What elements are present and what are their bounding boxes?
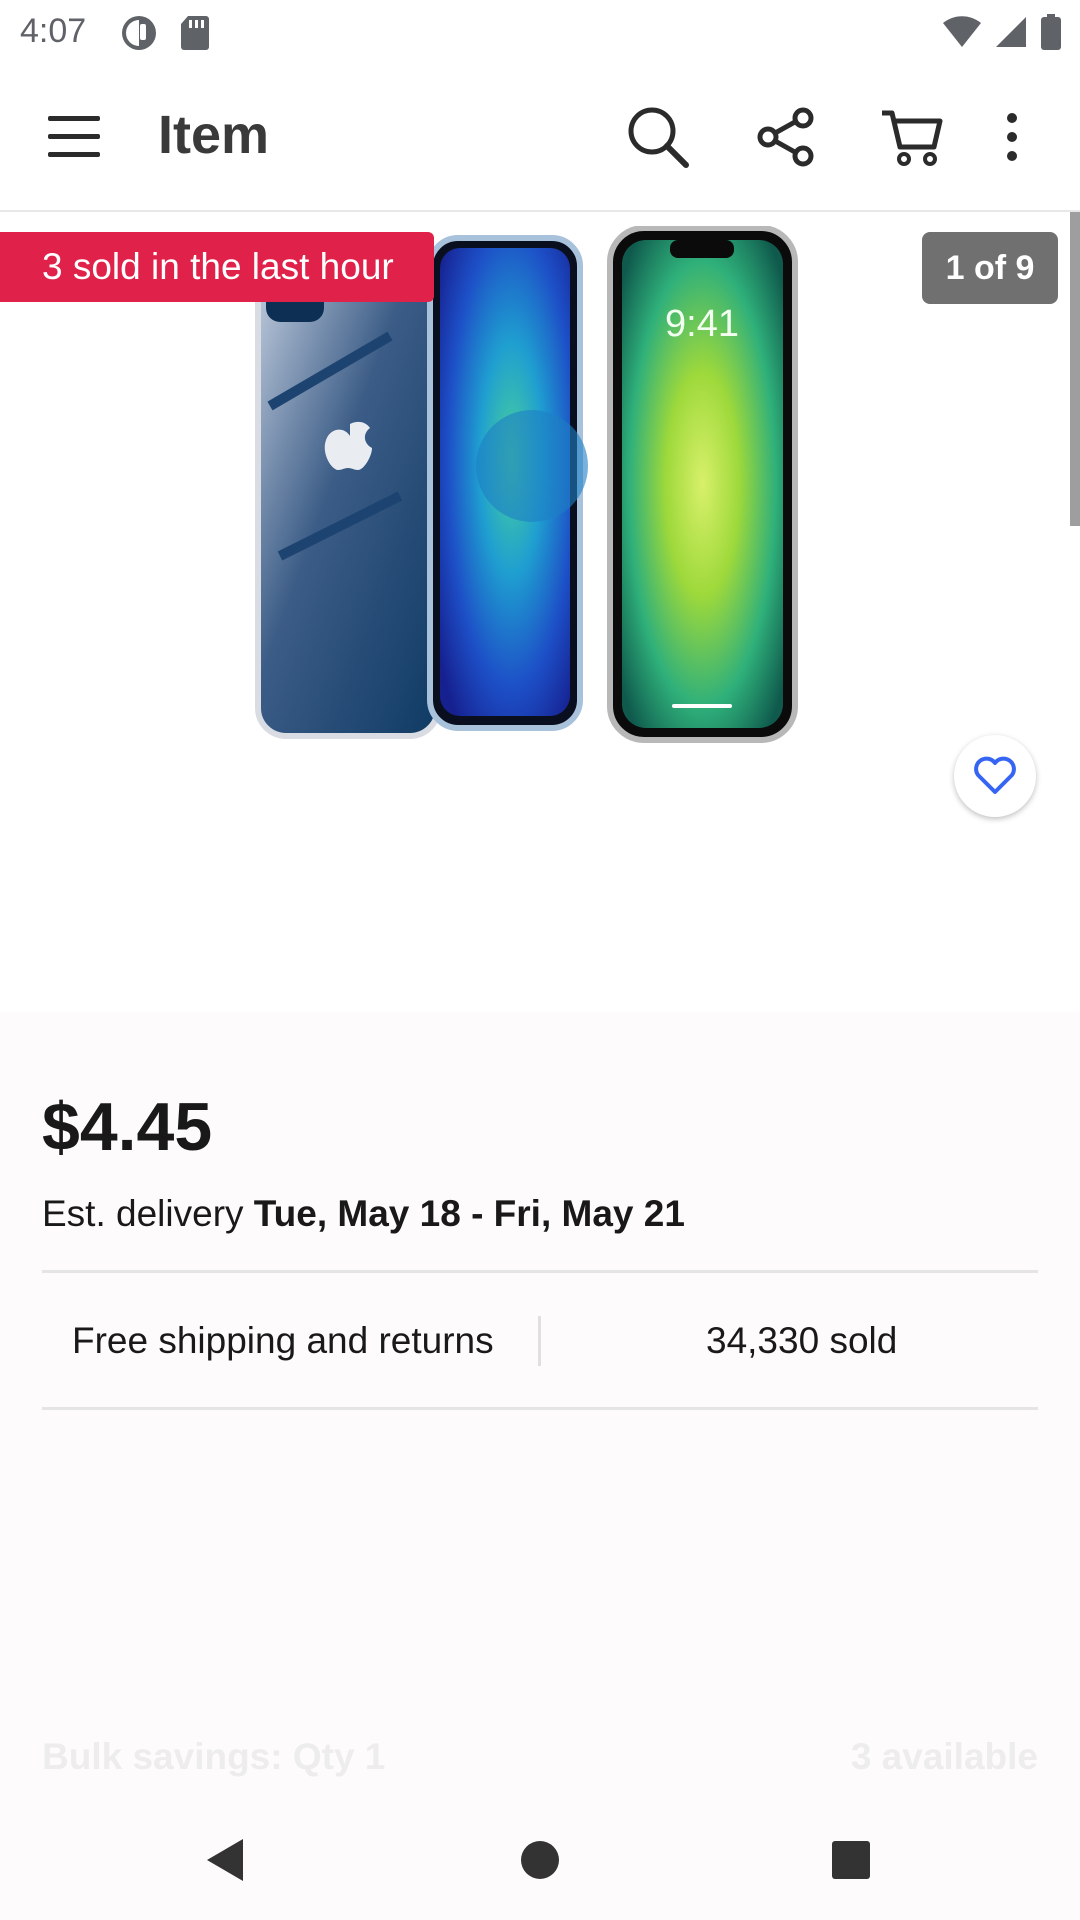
cart-icon (882, 110, 943, 166)
shipping-info: Free shipping and returns (72, 1320, 494, 1361)
sold-count: 34,330 sold (706, 1320, 898, 1361)
page-title: Item (158, 105, 270, 165)
more-options-button[interactable] (982, 97, 1042, 177)
home-icon (521, 1841, 559, 1879)
system-nav-bar (0, 1800, 1080, 1920)
menu-icon (48, 116, 100, 157)
status-bar: 4:07 (0, 0, 1080, 64)
status-right-icons (942, 14, 1062, 50)
scroll-indicator (1070, 212, 1080, 526)
sold-recently-badge: 3 sold in the last hour (0, 232, 434, 302)
menu-button[interactable] (34, 97, 114, 177)
recents-button[interactable] (816, 1830, 886, 1890)
delivery-label: Est. delivery (42, 1193, 254, 1234)
shipping-sold-row: Free shipping and returns 34,330 sold (42, 1274, 1038, 1406)
item-price: $4.45 (42, 1089, 213, 1165)
search-button[interactable] (618, 97, 698, 177)
available-quantity: 3 available (850, 1736, 1038, 1777)
back-icon (207, 1839, 243, 1881)
home-button[interactable] (505, 1830, 575, 1890)
delivery-dates: Tue, May 18 - Fri, May 21 (253, 1193, 685, 1234)
cart-button[interactable] (872, 97, 952, 177)
divider (42, 1270, 1038, 1273)
data-saver-icon (122, 16, 156, 50)
sd-card-icon (181, 16, 209, 50)
back-button[interactable] (190, 1830, 260, 1890)
signal-icon (996, 17, 1026, 47)
info-separator (538, 1316, 541, 1366)
divider (42, 1407, 1038, 1410)
share-icon (757, 107, 814, 167)
estimated-delivery: Est. delivery Tue, May 18 - Fri, May 21 (42, 1193, 685, 1235)
battery-icon (1041, 14, 1061, 50)
recents-icon (832, 1841, 870, 1879)
status-time: 4:07 (20, 12, 87, 50)
bulk-savings-row: Bulk savings: Qty 1 3 available (42, 1736, 1038, 1778)
image-counter-badge: 1 of 9 (922, 232, 1058, 304)
add-to-watchlist-button[interactable] (954, 735, 1036, 817)
more-vert-icon (1007, 113, 1017, 161)
app-bar: Item (0, 64, 1080, 212)
wifi-icon (943, 16, 981, 47)
bulk-savings-label: Bulk savings: Qty 1 (42, 1736, 386, 1777)
status-left-icons (120, 14, 210, 52)
heart-icon (974, 756, 1016, 794)
search-icon (628, 107, 689, 168)
phone-screen-time: 9:41 (665, 303, 739, 345)
product-image[interactable]: 9:41 (250, 226, 800, 746)
share-button[interactable] (746, 97, 826, 177)
